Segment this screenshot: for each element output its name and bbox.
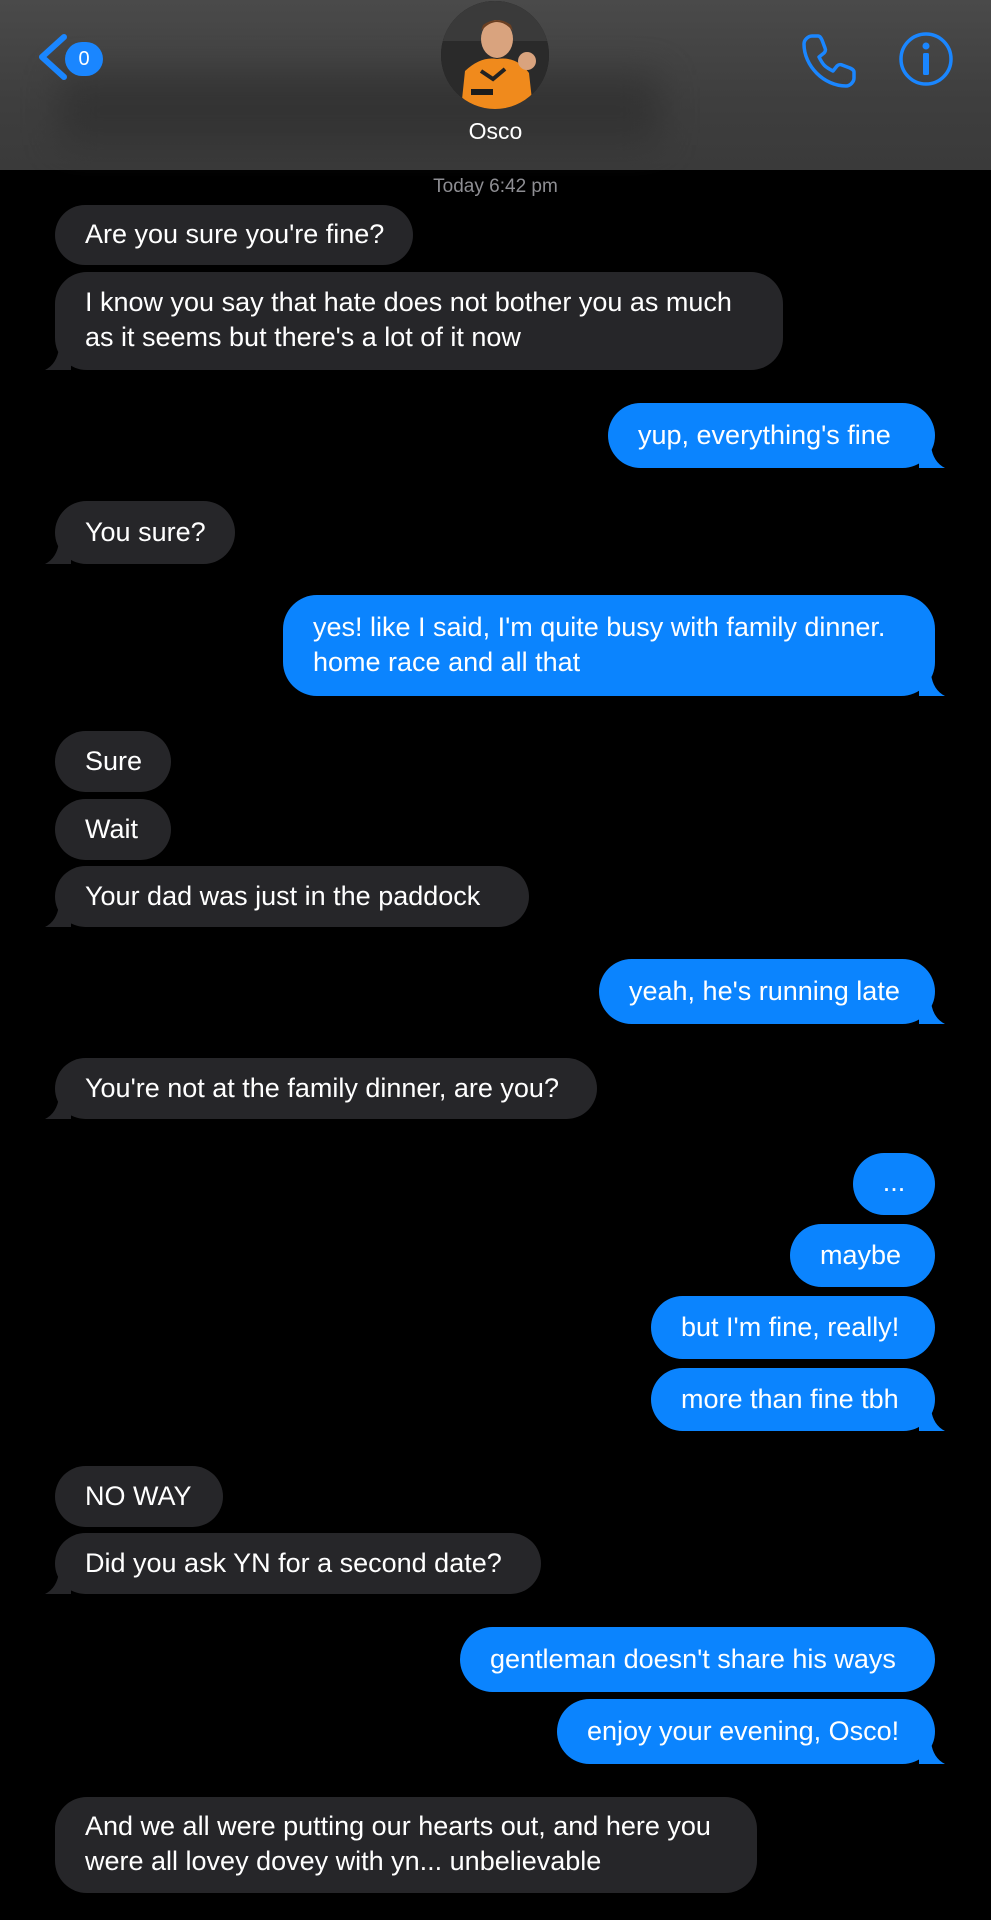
message-bubble-received[interactable]: I know you say that hate does not bother… (45, 272, 783, 370)
message-text: You sure? (85, 517, 206, 547)
message-text-line: yes! like I said, I'm quite busy with fa… (313, 612, 886, 642)
message-bubble-sent[interactable]: yes! like I said, I'm quite busy with fa… (283, 595, 945, 696)
contact-avatar[interactable] (441, 1, 549, 109)
bubble-tail (919, 674, 945, 696)
info-icon (899, 32, 953, 86)
bubble-tail (45, 1097, 71, 1119)
message-text: more than fine tbh (681, 1384, 899, 1414)
unread-count-badge: 0 (65, 42, 103, 76)
message-bubble-received[interactable]: Sure (55, 731, 171, 792)
bubble-tail (919, 446, 945, 468)
message-text-line: home race and all that (313, 647, 581, 677)
message-text: You're not at the family dinner, are you… (85, 1073, 559, 1103)
message-bubble-sent[interactable]: enjoy your evening, Osco! (557, 1699, 945, 1764)
message-bubble-sent[interactable]: maybe (790, 1224, 935, 1287)
message-text-line: And we all were putting our hearts out, … (85, 1811, 711, 1841)
contact-name[interactable]: Osco (0, 118, 991, 145)
message-bubble-received[interactable]: And we all were putting our hearts out, … (55, 1797, 757, 1893)
avatar-image (441, 1, 549, 109)
message-text: Are you sure you're fine? (85, 219, 385, 249)
bubble-tail (45, 1572, 71, 1594)
message-text: enjoy your evening, Osco! (587, 1716, 900, 1746)
message-timestamp: Today 6:42 pm (433, 176, 558, 197)
bubble-tail (45, 348, 71, 370)
message-bubble-sent[interactable]: yup, everything's fine (608, 403, 945, 468)
bubble-tail (45, 542, 71, 564)
message-text: maybe (820, 1240, 902, 1270)
conversation-header: 0 Osco (0, 0, 991, 170)
message-bubble-received[interactable]: Your dad was just in the paddock (45, 866, 529, 927)
message-bubble-received[interactable]: You're not at the family dinner, are you… (45, 1058, 597, 1119)
message-text: NO WAY (85, 1481, 192, 1511)
message-text: ... (882, 1167, 906, 1197)
message-text-line: as it seems but there's a lot of it now (85, 322, 521, 352)
message-text: but I'm fine, really! (681, 1312, 900, 1342)
bubble-tail (919, 1002, 945, 1024)
message-bubble-received[interactable]: NO WAY (55, 1466, 223, 1527)
message-bubble-received[interactable]: Did you ask YN for a second date? (45, 1533, 541, 1594)
message-text: gentleman doesn't share his ways (490, 1644, 896, 1674)
call-button[interactable] (798, 30, 860, 92)
message-text-line: I know you say that hate does not bother… (85, 287, 732, 317)
bubble-tail (919, 1409, 945, 1431)
bubble-tail (919, 1742, 945, 1764)
message-bubble-sent[interactable]: more than fine tbh (651, 1368, 945, 1431)
message-bubble-sent[interactable]: ... (853, 1153, 935, 1215)
message-text: yeah, he's running late (629, 976, 900, 1006)
message-text: Sure (85, 746, 143, 776)
info-button[interactable] (898, 31, 954, 87)
bubble-tail (45, 905, 71, 927)
message-bubble-sent[interactable]: yeah, he's running late (599, 959, 945, 1024)
back-button[interactable]: 0 (30, 30, 110, 86)
message-text-line: were all lovey dovey with yn... unbeliev… (85, 1846, 602, 1876)
message-text: Your dad was just in the paddock (85, 881, 481, 911)
message-bubble-received[interactable]: Wait (55, 799, 171, 860)
message-text: Wait (85, 814, 138, 844)
message-bubble-sent[interactable]: but I'm fine, really! (651, 1296, 935, 1359)
message-bubble-received[interactable]: You sure? (45, 501, 235, 564)
message-bubble-received[interactable]: Are you sure you're fine? (55, 205, 413, 265)
message-bubble-sent[interactable]: gentleman doesn't share his ways (460, 1627, 935, 1692)
message-text: yup, everything's fine (638, 420, 891, 450)
message-text: Did you ask YN for a second date? (85, 1548, 502, 1578)
phone-icon (802, 34, 856, 88)
